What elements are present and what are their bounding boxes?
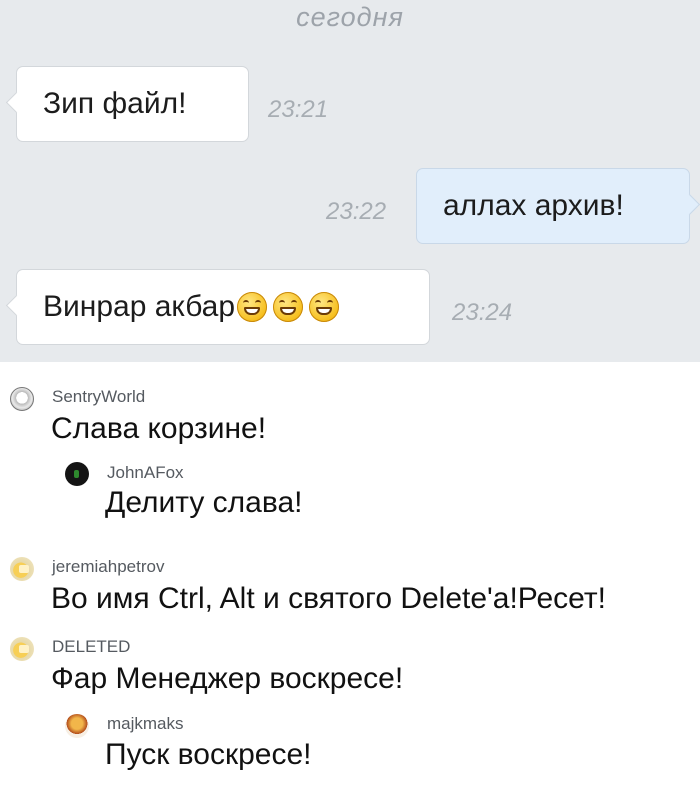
comment-text: Фар Менеджер воскресе!	[51, 662, 404, 695]
comment-text: Слава корзине!	[51, 412, 267, 445]
chat-panel: сегодня Зип файл! 23:21 аллах архив! 23:…	[0, 0, 700, 362]
cheese-avatar-icon[interactable]	[10, 637, 34, 661]
message-bubble-incoming[interactable]: Зип файл!	[5, 66, 249, 142]
grinning-face-emoji-icon	[273, 292, 304, 322]
bubble-tail	[678, 193, 700, 216]
comment-username[interactable]: DELETED	[52, 637, 130, 657]
comment-username[interactable]: SentryWorld	[52, 387, 145, 407]
comment-username[interactable]: JohnAFox	[107, 463, 184, 483]
message-text: Зип файл!	[43, 87, 187, 120]
message-time: 23:21	[268, 96, 329, 123]
cheese-avatar-icon[interactable]	[10, 557, 34, 581]
comment-text: Делиту слава!	[105, 486, 303, 519]
comment-text: Во имя Ctrl, Alt и святого Delete'a!Ресе…	[51, 582, 606, 615]
message-text: Винрар акбар	[43, 290, 236, 323]
cupcake-avatar-icon[interactable]	[65, 714, 89, 738]
comment-text: Пуск воскресе!	[105, 738, 312, 771]
comment-thread: SentryWorld Слава корзине! JohnAFox Дели…	[0, 362, 700, 806]
grinning-face-emoji-icon	[237, 292, 268, 322]
message-bubble-incoming[interactable]: Винрар акбар	[5, 269, 430, 345]
comment-username[interactable]: majkmaks	[107, 714, 184, 734]
grinning-face-emoji-icon	[309, 292, 340, 322]
date-separator: сегодня	[296, 2, 404, 32]
message-text: аллах архив!	[443, 189, 624, 222]
helmet-avatar-icon[interactable]	[10, 387, 34, 411]
bubble-tail	[5, 91, 28, 114]
dark-avatar-icon[interactable]	[65, 462, 89, 486]
message-bubble-outgoing[interactable]: аллах архив!	[416, 168, 700, 244]
message-time: 23:24	[452, 299, 513, 326]
bubble-tail	[5, 294, 28, 317]
comment-username[interactable]: jeremiahpetrov	[52, 557, 164, 577]
message-time: 23:22	[326, 198, 387, 225]
